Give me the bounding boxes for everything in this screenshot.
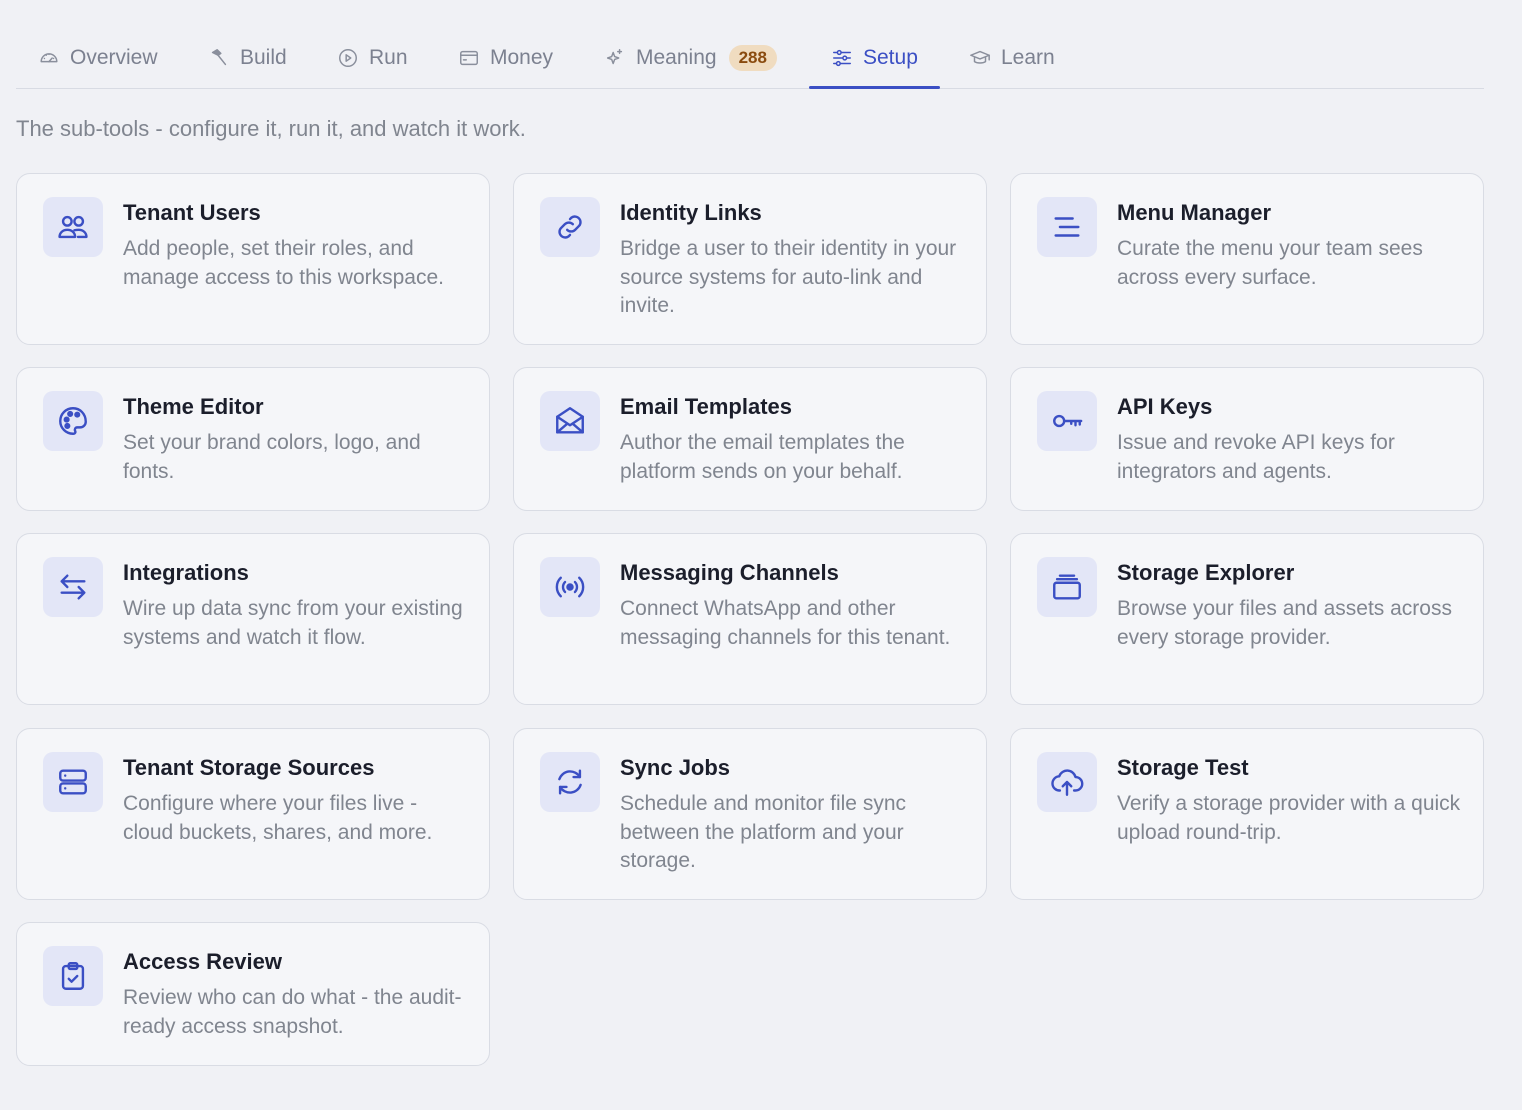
card-title: Email Templates <box>620 394 792 419</box>
refresh-icon <box>558 769 582 795</box>
tab-label: Meaning <box>636 45 717 69</box>
card-title: Sync Jobs <box>620 755 731 780</box>
tab-learn[interactable]: Learn <box>969 28 1055 87</box>
card-description: Configure where your files live - cloud … <box>123 792 433 844</box>
sliders-icon <box>833 49 851 66</box>
card-description: Verify a storage provider with a quick u… <box>1117 792 1461 844</box>
tab-bar: Overview Build Run Money Meaning 288 Set… <box>16 28 1484 89</box>
stack-icon <box>1053 574 1081 600</box>
sparkle-icon <box>606 48 623 64</box>
gauge-icon <box>40 52 58 62</box>
card-email-templates[interactable]: Email Templates Author the email templat… <box>513 367 987 511</box>
tab-label: Learn <box>1001 45 1055 69</box>
link-icon <box>558 215 582 239</box>
card-description: Issue and revoke API keys for integrator… <box>1117 431 1395 483</box>
menu-lines-icon <box>1054 217 1080 237</box>
card-identity-links[interactable]: Identity Links Bridge a user to their id… <box>513 173 987 345</box>
card-title: Tenant Users <box>123 200 261 225</box>
clipboard-check-icon <box>61 962 85 990</box>
wallet-icon <box>460 50 478 65</box>
card-access-review[interactable]: Access Review Review who can do what - t… <box>16 922 490 1066</box>
card-theme-editor[interactable]: Theme Editor Set your brand colors, logo… <box>16 367 490 511</box>
tab-label: Run <box>369 45 408 69</box>
card-tenant-storage-sources[interactable]: Tenant Storage Sources Configure where y… <box>16 728 490 900</box>
card-tenant-users[interactable]: Tenant Users Add people, set their roles… <box>16 173 490 345</box>
tab-setup[interactable]: Setup <box>809 28 940 89</box>
tab-run[interactable]: Run <box>337 28 408 87</box>
card-title: Messaging Channels <box>620 560 839 585</box>
card-description: Bridge a user to their identity in your … <box>620 237 957 317</box>
card-title: Theme Editor <box>123 394 264 419</box>
tab-overview[interactable]: Overview <box>38 28 158 87</box>
tab-label: Setup <box>863 45 918 69</box>
users-icon <box>58 215 88 239</box>
card-storage-explorer[interactable]: Storage Explorer Browse your files and a… <box>1010 533 1484 705</box>
card-description: Add people, set their roles, and manage … <box>123 237 444 289</box>
server-icon <box>59 769 87 795</box>
card-api-keys[interactable]: API Keys Issue and revoke API keys for i… <box>1010 367 1484 511</box>
card-title: Access Review <box>123 949 282 974</box>
card-description: Author the email templates the platform … <box>620 431 905 483</box>
card-title: Integrations <box>123 560 249 585</box>
card-integrations[interactable]: Integrations Wire up data sync from your… <box>16 533 490 705</box>
card-title: Tenant Storage Sources <box>123 755 375 780</box>
card-description: Review who can do what - the audit-ready… <box>123 986 462 1038</box>
card-description: Browse your files and assets across ever… <box>1117 597 1452 649</box>
card-title: Menu Manager <box>1117 200 1272 225</box>
palette-icon <box>59 407 87 435</box>
card-title: Storage Explorer <box>1117 560 1295 585</box>
play-circle-icon <box>339 48 357 67</box>
card-sync-jobs[interactable]: Sync Jobs Schedule and monitor file sync… <box>513 728 987 900</box>
card-description: Set your brand colors, logo, and fonts. <box>123 431 421 483</box>
cloud-upload-icon <box>1051 769 1084 796</box>
card-menu-manager[interactable]: Menu Manager Curate the menu your team s… <box>1010 173 1484 345</box>
card-title: Storage Test <box>1117 755 1249 780</box>
card-description: Schedule and monitor file sync between t… <box>620 792 906 872</box>
tab-label: Money <box>490 45 554 69</box>
graduation-cap-icon <box>970 50 990 64</box>
tab-label: Build <box>240 45 287 69</box>
card-title: Identity Links <box>620 200 762 225</box>
tab-money[interactable]: Money <box>458 28 553 87</box>
tab-label: Overview <box>70 45 158 69</box>
broadcast-icon <box>555 576 585 598</box>
count-badge: 288 <box>728 44 777 71</box>
tab-meaning[interactable]: Meaning 288 <box>604 28 777 87</box>
card-description: Curate the menu your team sees across ev… <box>1117 237 1423 289</box>
hammer-icon <box>211 48 227 65</box>
card-description: Connect WhatsApp and other messaging cha… <box>620 597 951 649</box>
tab-build[interactable]: Build <box>208 28 287 87</box>
key-icon <box>1053 414 1083 428</box>
envelope-icon <box>556 407 584 434</box>
card-title: API Keys <box>1117 394 1213 419</box>
card-storage-test[interactable]: Storage Test Verify a storage provider w… <box>1010 728 1484 900</box>
page-subtitle: The sub-tools - configure it, run it, an… <box>16 116 526 141</box>
arrows-swap-icon <box>60 574 86 600</box>
card-description: Wire up data sync from your existing sys… <box>123 597 463 649</box>
card-messaging-channels[interactable]: Messaging Channels Connect WhatsApp and … <box>513 533 987 705</box>
